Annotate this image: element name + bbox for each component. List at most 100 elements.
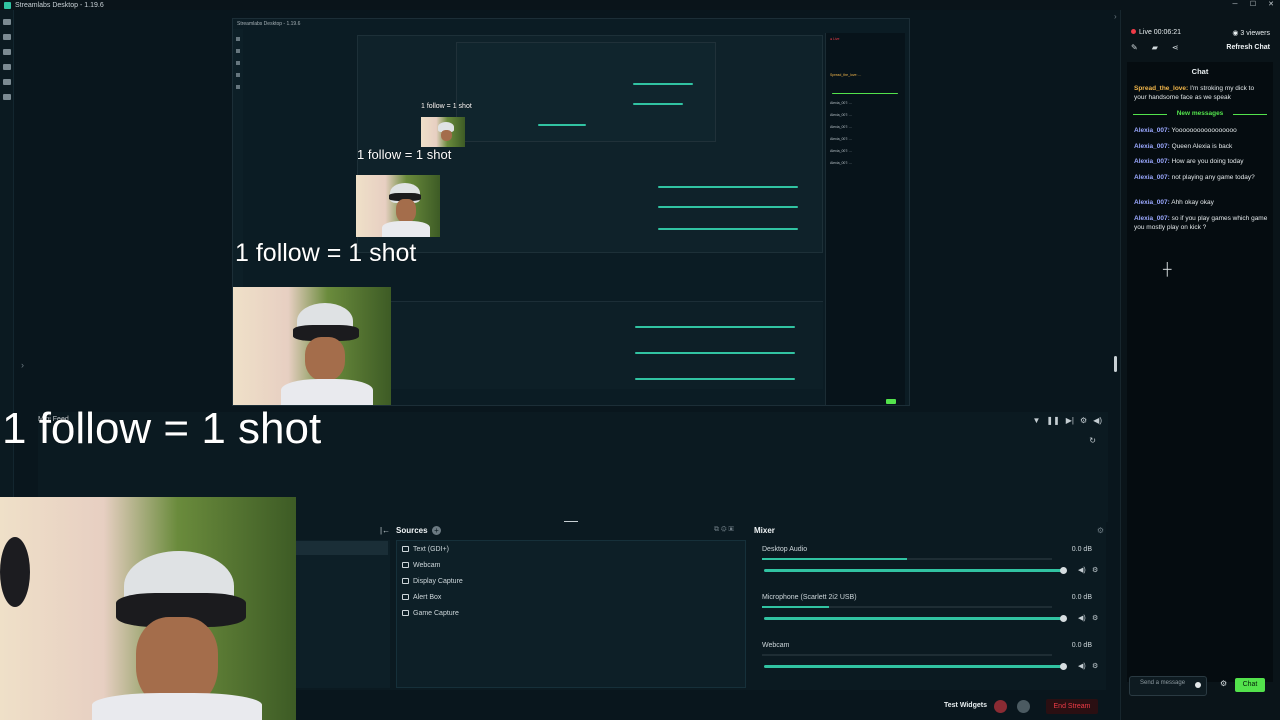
mixer-settings-icon[interactable]: ⚙ xyxy=(1097,526,1104,535)
mixer-title: Mixer xyxy=(754,526,775,535)
gamepad-icon xyxy=(402,610,409,616)
dashboard-icon[interactable] xyxy=(2,64,11,70)
monitor-icon xyxy=(402,578,409,584)
audio-meter xyxy=(762,606,1052,608)
selected-scene[interactable] xyxy=(296,541,388,555)
source-item-text[interactable]: Text (GDI+) xyxy=(397,541,745,557)
chat-message: Alexia_007: not playing any game today? xyxy=(1134,174,1255,181)
chat-tool-icons: ✎ ▰ ⋖ xyxy=(1131,43,1179,52)
pause-icon[interactable]: ❚❚ xyxy=(1046,416,1059,425)
source-item-display-capture[interactable]: Display Capture xyxy=(397,573,745,589)
source-item-webcam[interactable]: Webcam xyxy=(397,557,745,573)
preview-nested-lower-panels xyxy=(391,301,823,389)
skip-icon[interactable]: ▶| xyxy=(1066,416,1074,425)
preview-window-title: Streamlabs Desktop - 1.19.6 xyxy=(237,21,301,27)
lower-panels: |← Sources + ⧉ ⚙ ▣ Text (GDI+) Webcam Di… xyxy=(296,522,1106,690)
caption-nested-small: 1 follow = 1 shot xyxy=(421,103,472,110)
refresh-chat-button[interactable]: Refresh Chat xyxy=(1226,44,1270,51)
sources-title: Sources xyxy=(396,526,428,535)
chat-splitter-handle[interactable] xyxy=(1114,356,1117,372)
chat-message: Alexia_007: Ahh okay okay xyxy=(1134,199,1214,206)
refresh-feed-icon[interactable]: ↻ xyxy=(1089,436,1096,445)
volume-slider[interactable] xyxy=(764,569,1064,572)
footer-bar: Test Widgets End Stream xyxy=(0,696,1120,720)
layout-icon[interactable] xyxy=(2,79,11,85)
chat-message: Alexia_007: Queen Alexia is back xyxy=(1134,143,1233,150)
maximize-icon[interactable]: ☐ xyxy=(1244,0,1262,10)
text-icon xyxy=(402,546,409,552)
audio-meter xyxy=(762,558,1052,560)
expand-chevron-icon[interactable]: › xyxy=(21,360,24,370)
volume-knob[interactable] xyxy=(1060,615,1067,622)
collapse-chat-icon[interactable]: › xyxy=(1114,12,1117,21)
caption-overlay: 1 follow = 1 shot xyxy=(2,404,322,453)
volume-slider[interactable] xyxy=(764,617,1064,620)
new-messages-divider: New messages xyxy=(1133,110,1267,118)
mixer-channel-microphone: Microphone (Scarlett 2i2 USB) 0.0 dB ◀) … xyxy=(762,594,1099,622)
streamlabs-window: Streamlabs Desktop - 1.19.6 ─ ☐ ✕ › Stre… xyxy=(0,0,1280,720)
mixer-channel-desktop-audio: Desktop Audio 0.0 dB ◀) ⚙ xyxy=(762,546,1099,574)
emoji-icon[interactable] xyxy=(1195,682,1201,688)
live-timer: Live 00:06:21 xyxy=(1131,29,1181,36)
stream-preview: Streamlabs Desktop - 1.19.6 1 follow = 1… xyxy=(232,18,910,406)
minimize-icon[interactable]: ─ xyxy=(1226,0,1244,10)
edit-icon[interactable]: ✎ xyxy=(1131,43,1138,52)
scenes-list xyxy=(296,540,390,688)
test-widgets-label: Test Widgets xyxy=(944,702,987,709)
source-item-game-capture[interactable]: Game Capture xyxy=(397,605,745,621)
caption-nested-large: 1 follow = 1 shot xyxy=(235,239,417,267)
chat-message: Spread_the_love: I'm stroking my dick to… xyxy=(1134,85,1255,101)
preview-nested-capture-2 xyxy=(456,42,716,142)
chat-message: Alexia_007: so if you play games which g… xyxy=(1134,215,1268,231)
settings-icon[interactable]: ⚙ xyxy=(1080,416,1087,425)
mute-icon[interactable]: ◀) xyxy=(1093,416,1102,425)
preview-chat-pane: ● Live Spread_the_love: ... Alexia_007: … xyxy=(825,33,905,405)
editor-icon[interactable] xyxy=(2,19,11,25)
close-icon[interactable]: ✕ xyxy=(1262,0,1280,10)
channel-settings-icon[interactable]: ⚙ xyxy=(1092,662,1098,670)
title-bar: Streamlabs Desktop - 1.19.6 ─ ☐ ✕ xyxy=(0,0,1280,10)
end-stream-button[interactable]: End Stream xyxy=(1046,699,1098,714)
webcam-capture-medium xyxy=(356,175,440,237)
live-dot-icon xyxy=(1131,29,1136,34)
collapse-icon[interactable]: |← xyxy=(380,526,390,535)
chat-message: Alexia_007: How are you doing today xyxy=(1134,158,1244,165)
mouse-cursor-icon: ┼ xyxy=(1163,262,1172,276)
studio-mode-icon[interactable] xyxy=(2,94,11,100)
speaker-icon[interactable]: ◀) xyxy=(1078,566,1086,574)
share-icon[interactable]: ⋖ xyxy=(1172,43,1179,52)
mixer-channel-webcam: Webcam 0.0 dB ◀) ⚙ xyxy=(762,642,1099,670)
webcam-capture-large xyxy=(233,287,391,405)
filter-icon[interactable]: ▼ xyxy=(1032,416,1040,425)
themes-icon[interactable] xyxy=(2,34,11,40)
store-icon[interactable] xyxy=(2,49,11,55)
sources-panel: |← Sources + ⧉ ⚙ ▣ Text (GDI+) Webcam Di… xyxy=(296,522,748,690)
channel-settings-icon[interactable]: ⚙ xyxy=(1092,566,1098,574)
add-source-icon[interactable]: + xyxy=(432,526,441,535)
chat-title: Chat xyxy=(1191,67,1209,76)
record-button[interactable] xyxy=(994,700,1007,713)
speaker-icon[interactable]: ◀) xyxy=(1078,662,1086,670)
source-tools-icon[interactable]: ⧉ ⚙ ▣ xyxy=(714,526,734,534)
folder-icon[interactable]: ▰ xyxy=(1152,43,1158,52)
webcam-overlay xyxy=(0,497,296,720)
volume-knob[interactable] xyxy=(1060,663,1067,670)
mini-feed-toolbar: ▼ ❚❚ ▶| ⚙ ◀) xyxy=(1032,416,1102,425)
mixer-panel: Mixer ⚙ Desktop Audio 0.0 dB ◀) ⚙ Microp… xyxy=(752,522,1106,690)
caption-nested-medium: 1 follow = 1 shot xyxy=(357,147,452,162)
sources-list: Text (GDI+) Webcam Display Capture Alert… xyxy=(396,540,746,688)
audio-meter xyxy=(762,654,1052,656)
channel-settings-icon[interactable]: ⚙ xyxy=(1092,614,1098,622)
chat-send-button[interactable]: Chat xyxy=(1235,678,1265,692)
chat-pane: Live 00:06:21 ◉ 3 viewers ✎ ▰ ⋖ Refresh … xyxy=(1120,10,1280,720)
chat-message: Alexia_007: Yooooooooooooooooo xyxy=(1134,127,1237,134)
speaker-icon[interactable]: ◀) xyxy=(1078,614,1086,622)
volume-slider[interactable] xyxy=(764,665,1064,668)
streamlabs-logo-icon xyxy=(4,1,11,9)
webcam-capture-small xyxy=(421,117,465,147)
replay-buffer-icon[interactable] xyxy=(1017,700,1030,713)
volume-knob[interactable] xyxy=(1060,567,1067,574)
source-item-alert-box[interactable]: Alert Box xyxy=(397,589,745,605)
window-title: Streamlabs Desktop - 1.19.6 xyxy=(15,1,104,9)
chat-settings-icon[interactable]: ⚙ xyxy=(1220,679,1227,688)
